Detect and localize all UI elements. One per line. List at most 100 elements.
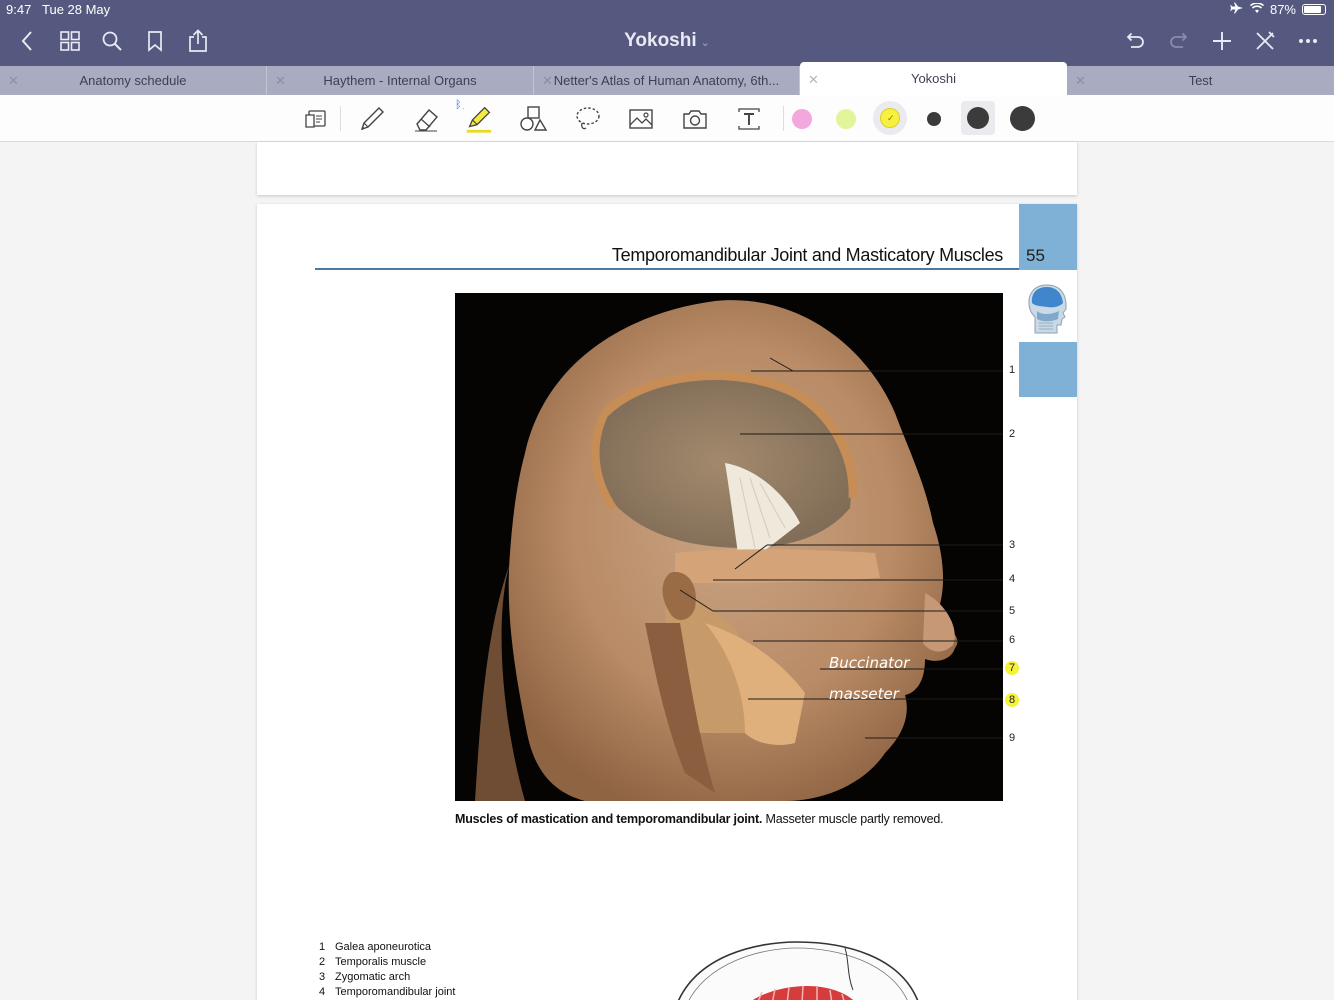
eraser-tool[interactable] [410,103,442,135]
head-region-icon [1023,281,1071,337]
highlighter-icon [463,106,492,133]
search-button[interactable] [99,28,125,54]
legend-text: Temporalis muscle [335,956,427,968]
stroke-size-small[interactable] [927,112,941,126]
figure-label-8-highlighted: 8 [1005,693,1019,707]
figure-label-4: 4 [1008,573,1016,585]
close-icon[interactable]: ✕ [542,73,553,89]
share-button[interactable] [185,28,211,54]
header-rule [315,268,1019,270]
figure-label-7-highlighted: 7 [1005,661,1019,675]
undo-icon [1126,32,1144,48]
legend-number: 2 [319,956,326,968]
figure-label-6: 6 [1008,634,1016,646]
bookmark-icon [148,31,162,52]
highlighter-tool[interactable]: ᛒ [455,99,495,135]
figure-label-1: 1 [1008,364,1016,376]
legend-text: Temporomandibular joint [335,986,456,998]
chevron-down-icon: ⌄ [700,37,710,49]
battery-percent: 87% [1269,2,1296,17]
add-button[interactable] [1209,28,1235,54]
image-tool[interactable] [625,103,657,135]
stroke-size-medium-selected[interactable] [967,107,989,129]
caption-text: Masseter muscle partly removed. [762,812,944,826]
shapes-tool[interactable] [517,103,549,135]
chapter-title: Temporomandibular Joint and Masticatory … [611,245,1003,265]
figure-label-3: 3 [1008,539,1016,551]
tab-netters-atlas[interactable]: ✕ Netter's Atlas of Human Anatomy, 6th..… [534,66,800,95]
tab-label: Anatomy schedule [79,73,187,88]
grid-icon [60,31,80,51]
pen-off-icon [1256,31,1275,50]
bookmark-button[interactable] [142,28,168,54]
color-swatch-pink[interactable] [792,109,812,129]
grid-button[interactable] [57,28,83,54]
close-icon[interactable]: ✕ [1075,73,1086,89]
undo-button[interactable] [1122,28,1148,54]
shapes-icon [520,106,548,131]
previous-page[interactable] [257,142,1077,195]
figure-label-9: 9 [1008,732,1016,744]
camera-tool[interactable] [679,103,711,135]
wifi-icon [1249,2,1265,17]
tab-bar: ✕ Anatomy schedule ✕ Haythem - Internal … [0,62,1334,95]
close-icon[interactable]: ✕ [8,73,19,89]
image-icon [629,109,653,129]
legend-row: 2 Temporalis muscle [319,956,455,971]
add-icon [1213,32,1231,50]
tab-anatomy-schedule[interactable]: ✕ Anatomy schedule [0,66,267,95]
color-swatch-yellow-selected[interactable]: ✓ [880,108,900,128]
tab-label: Haythem - Internal Organs [323,73,477,88]
redo-button[interactable] [1166,28,1192,54]
redo-icon [1170,32,1188,48]
search-icon [102,31,122,51]
tab-haythem-internal-organs[interactable]: ✕ Haythem - Internal Organs [267,66,534,95]
anatomy-figure: Buccinator masseter [455,293,1003,801]
section-tab-marker [1019,342,1077,397]
toolbar-divider [783,106,784,131]
checkmark-icon: ✓ [887,113,895,123]
back-button[interactable] [14,28,40,54]
lasso-tool[interactable] [572,103,604,135]
tab-label: Yokoshi [910,71,957,86]
skull-diagram-partial [667,940,927,1000]
figure-label-5: 5 [1008,605,1016,617]
toolbar-divider [340,106,341,131]
camera-icon [683,110,707,129]
caption-bold: Muscles of mastication and temporomandib… [455,812,763,826]
text-tool[interactable] [733,103,765,135]
bluetooth-icon: ᛒ [455,99,462,111]
legend-number: 4 [319,986,326,998]
close-icon[interactable]: ✕ [808,72,819,88]
stroke-size-large[interactable] [1010,106,1035,131]
document-title-text: Yokoshi [624,30,697,51]
handwritten-masseter: masseter [829,685,900,703]
tab-test[interactable]: ✕ Test [1067,66,1334,95]
legend-number: 1 [319,941,326,953]
tab-label: Netter's Atlas of Human Anatomy, 6th... [553,73,780,88]
pen-mode-button[interactable] [1252,28,1278,54]
more-button[interactable] [1295,28,1321,54]
tab-label: Test [1188,73,1213,88]
more-icon [1299,39,1317,43]
notebook-page[interactable]: 55 Temporomandibular Joint and Masticato… [257,204,1077,1000]
legend-text: Galea aponeurotica [335,941,432,953]
legend-number: 3 [319,971,326,983]
tab-yokoshi[interactable]: ✕ Yokoshi [800,62,1067,95]
handwritten-buccinator: Buccinator [829,654,910,672]
legend-row: 3 Zygomatic arch [319,971,455,986]
page-view-button[interactable] [300,103,332,135]
pen-icon [360,107,384,131]
close-icon[interactable]: ✕ [275,73,286,89]
app-bar: 9:47 Tue 28 May 87% Yokoshi ⌄ [0,0,1334,66]
drawing-toolbar: ᛒ ✓ [0,95,1334,142]
figure-legend: 1 Galea aponeurotica 2 Temporalis muscle 3… [319,941,455,1000]
color-swatch-lime[interactable] [836,109,856,129]
status-bar: 9:47 Tue 28 May 87% [0,0,1334,20]
battery-icon [1302,4,1326,15]
figure-label-2: 2 [1008,428,1016,440]
pen-tool[interactable] [356,103,388,135]
status-indicators: 87% [1230,2,1326,17]
eraser-icon [415,109,438,132]
text-icon [738,108,760,130]
